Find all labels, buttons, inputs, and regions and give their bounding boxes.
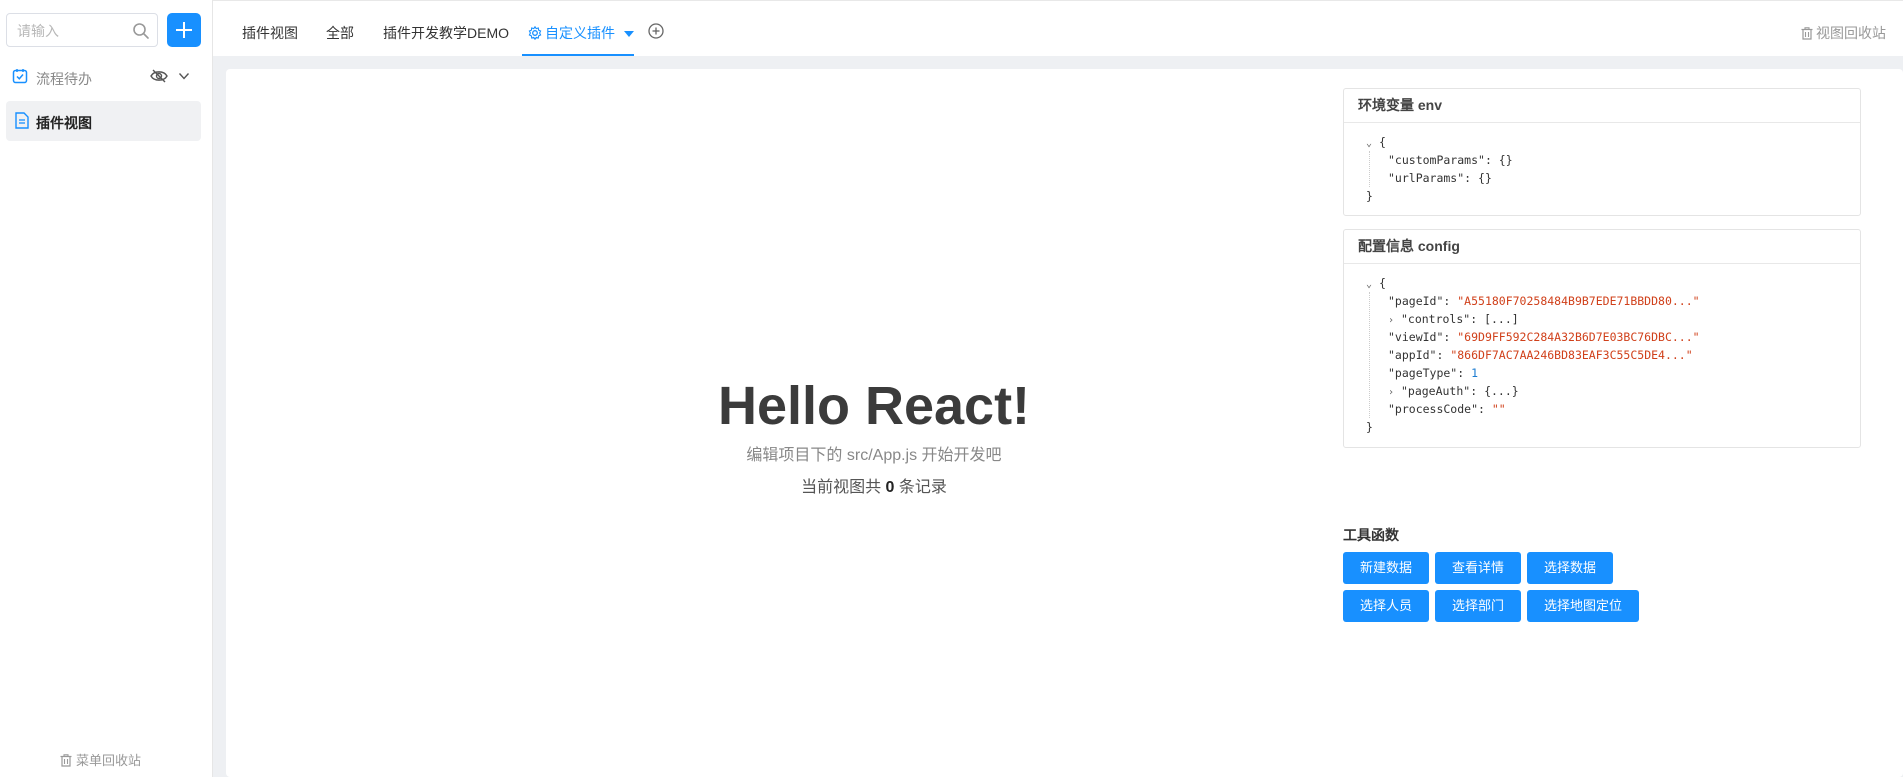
sidebar-item-plugin-view[interactable]: 插件视图 (6, 101, 201, 141)
chevron-down-icon[interactable] (178, 70, 190, 82)
search-input[interactable] (15, 21, 129, 41)
plugin-content: Hello React! 编辑项目下的 src/App.js 开始开发吧 当前视… (226, 69, 1903, 777)
checklist-icon (12, 69, 28, 84)
json-line: "customParams": {} (1388, 153, 1513, 167)
config-panel: 配置信息 config ⌄ { "pageId": "A55180F702584… (1343, 229, 1861, 448)
record-count: 当前视图共 0 条记录 (594, 473, 1154, 497)
tab-all[interactable]: 全部 (326, 23, 354, 43)
tab-plugin-demo[interactable]: 插件开发教学DEMO (383, 23, 509, 43)
sidebar: 流程待办 插件视图 菜单回收站 (0, 0, 213, 777)
document-icon (15, 112, 29, 129)
search-box[interactable] (6, 13, 158, 47)
env-json: ⌄ { "customParams": {} "urlParams": {} } (1344, 123, 1860, 205)
view-bin-label: 视图回收站 (1816, 25, 1886, 41)
new-data-button[interactable]: 新建数据 (1343, 552, 1429, 584)
gear-icon (528, 25, 542, 41)
tab-plugin-view[interactable]: 插件视图 (242, 23, 298, 43)
collapse-caret-icon[interactable]: ⌄ (1366, 279, 1372, 290)
hello-subtitle: 编辑项目下的 src/App.js 开始开发吧 (746, 447, 1002, 464)
search-icon[interactable] (132, 22, 150, 40)
top-tab-bar: 插件视图 全部 插件开发教学DEMO 自定义插件 视图回收站 (213, 0, 1903, 56)
hello-block: Hello React! 编辑项目下的 src/App.js 开始开发吧 当前视… (594, 375, 1154, 497)
json-line: "pageType": 1 (1388, 366, 1479, 380)
count-value: 0 (885, 479, 895, 496)
caret-down-icon[interactable] (623, 30, 634, 38)
json-close-brace: } (1366, 189, 1373, 203)
add-button[interactable] (167, 13, 201, 47)
select-department-button[interactable]: 选择部门 (1435, 590, 1521, 622)
select-data-button[interactable]: 选择数据 (1527, 552, 1613, 584)
expand-caret-icon[interactable]: › (1388, 315, 1394, 326)
env-panel: 环境变量 env ⌄ { "customParams": {} "urlPara… (1343, 88, 1861, 216)
trash-icon (60, 754, 72, 767)
expand-caret-icon[interactable]: › (1388, 387, 1394, 398)
eye-off-icon[interactable] (150, 69, 168, 83)
json-line: "urlParams": {} (1388, 171, 1492, 185)
group-label: 流程待办 (36, 71, 92, 87)
plus-icon (176, 22, 192, 38)
count-prefix: 当前视图共 (801, 479, 882, 496)
json-line-collapsed[interactable]: › "controls": [...] (1388, 310, 1860, 328)
json-open-brace: { (1378, 276, 1386, 290)
tab-custom-plugin[interactable]: 自定义插件 (528, 23, 634, 43)
tools-title: 工具函数 (1343, 527, 1399, 543)
view-recycle-bin[interactable]: 视图回收站 (1801, 23, 1886, 43)
hello-title: Hello React! (717, 376, 1031, 436)
menu-recycle-bin[interactable]: 菜单回收站 (60, 750, 141, 769)
env-panel-title: 环境变量 env (1344, 89, 1860, 123)
json-line: "appId": "866DF7AC7AA246BD83EAF3C55C5DE4… (1388, 348, 1693, 362)
config-panel-title: 配置信息 config (1344, 230, 1860, 264)
group-process-todo[interactable]: 流程待办 (12, 64, 198, 90)
select-map-location-button[interactable]: 选择地图定位 (1527, 590, 1639, 622)
add-circle-icon[interactable] (648, 23, 664, 39)
json-line: "viewId": "69D9FF592C284A32B6D7E03BC76DB… (1388, 330, 1700, 344)
json-line-collapsed[interactable]: › "pageAuth": {...} (1388, 382, 1860, 400)
json-line: "processCode": "" (1388, 402, 1506, 416)
tab-custom-plugin-label: 自定义插件 (545, 25, 615, 41)
config-json: ⌄ { "pageId": "A55180F70258484B9B7EDE71B… (1344, 264, 1860, 436)
trash-icon (1801, 27, 1813, 40)
menu-bin-label: 菜单回收站 (76, 753, 142, 768)
view-detail-button[interactable]: 查看详情 (1435, 552, 1521, 584)
sidebar-item-label: 插件视图 (36, 115, 92, 131)
active-tab-indicator (522, 54, 634, 56)
json-line: "pageId": "A55180F70258484B9B7EDE71BBDD8… (1388, 294, 1700, 308)
collapse-caret-icon[interactable]: ⌄ (1366, 138, 1372, 149)
count-suffix: 条记录 (898, 479, 947, 496)
select-user-button[interactable]: 选择人员 (1343, 590, 1429, 622)
json-close-brace: } (1366, 420, 1373, 434)
json-open-brace: { (1378, 135, 1386, 149)
